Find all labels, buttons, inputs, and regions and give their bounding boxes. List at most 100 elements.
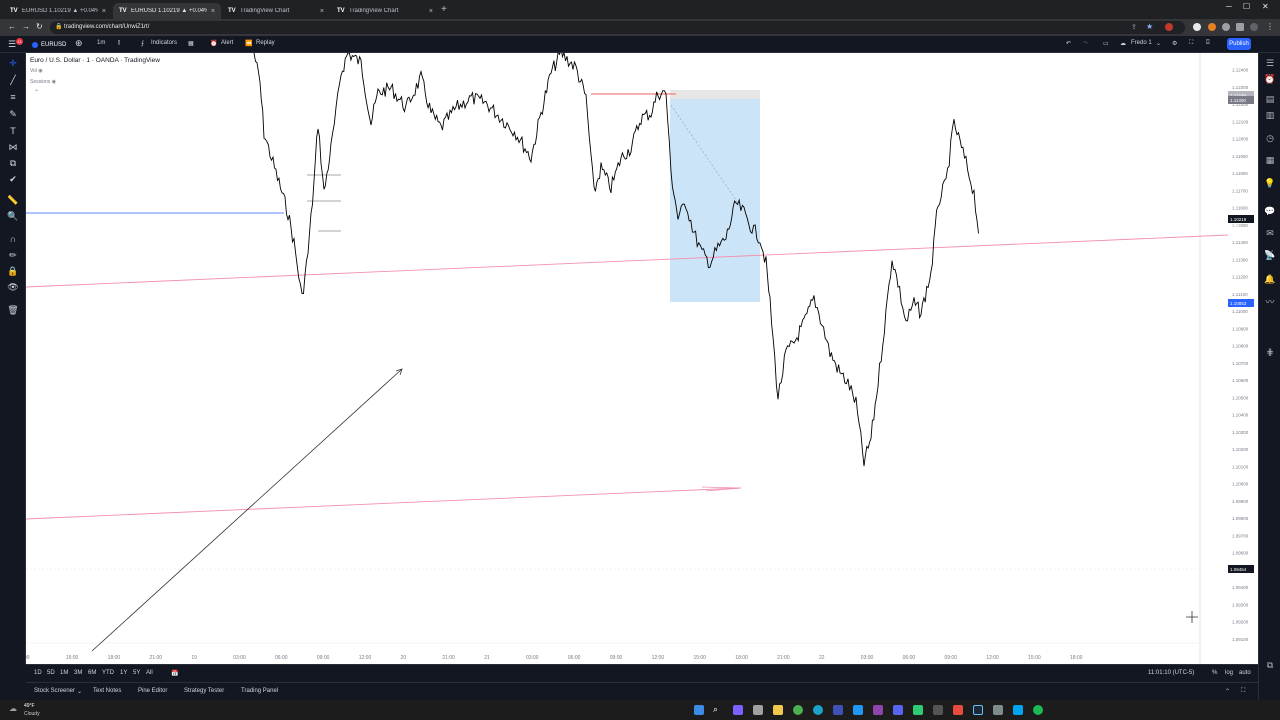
range-1y-button[interactable]: 1Y [120,670,127,676]
teams-chat-icon[interactable] [733,705,743,715]
edge-icon[interactable] [813,705,823,715]
trash-icon[interactable]: 🗑 [6,304,20,316]
extensions-puzzle-icon[interactable] [1222,23,1230,31]
fullscreen-icon[interactable]: ⛶ [1189,40,1193,47]
range-5y-button[interactable]: 5Y [133,670,140,676]
ruler-icon[interactable]: 📏 [6,194,20,206]
range-ytd-button[interactable]: YTD [102,670,114,676]
close-tab-icon[interactable]: × [320,8,324,15]
eye-icon[interactable]: ◉ [52,79,56,85]
symbol-search-button[interactable]: EURUSD [28,39,70,50]
pattern-icon[interactable]: ⋈ [6,141,20,153]
chevron-down-icon[interactable]: ⌄ [77,688,82,695]
app-icon[interactable] [953,705,963,715]
range-6m-button[interactable]: 6M [88,670,96,676]
app-icon[interactable] [933,705,943,715]
telegram-icon[interactable] [853,705,863,715]
chrome-icon[interactable] [793,705,803,715]
price-chart[interactable]: 1.124001.123001.122001.121001.120001.119… [26,53,1258,664]
reload-icon[interactable]: ↻ [36,22,43,31]
extension-icon[interactable] [1193,23,1201,31]
go-to-date-icon[interactable]: 📅 [171,670,178,677]
search-icon[interactable]: ⌕ [713,704,723,714]
percent-scale-toggle[interactable]: % [1212,670,1217,676]
crosshair-cursor-icon[interactable]: ✛ [6,57,20,69]
horizontal-lines-icon[interactable]: ≡ [6,91,20,103]
weather-temperature[interactable]: 49°F [24,703,35,709]
prediction-icon[interactable]: ⧉ [6,157,20,169]
collapse-panel-icon[interactable]: ⌃ [1225,688,1230,695]
data-window-icon[interactable]: ▤ [1264,93,1276,105]
dom-icon[interactable]: ⋕ [1264,346,1276,358]
tab-pine-editor[interactable]: Pine Editor [138,688,167,694]
profile-avatar[interactable] [1250,23,1258,31]
layout-name-button[interactable]: Fredo 1 [1131,40,1152,46]
app-icon[interactable] [873,705,883,715]
windows-start-icon[interactable] [694,705,704,715]
undo-icon[interactable]: ↶ [1066,40,1071,47]
alerts-clock-icon[interactable]: ⏰ [1264,73,1276,85]
collapse-legend-icon[interactable]: ⌃ [34,89,39,96]
settings-gear-icon[interactable]: ⚙ [1172,40,1177,47]
layout-select-icon[interactable]: ▭ [1103,40,1109,47]
chevron-down-icon[interactable]: ⌄ [1156,40,1161,47]
timezone-clock[interactable]: 11:01:10 (UTC-5) [1148,670,1194,676]
eye-icon[interactable]: ◉ [38,68,42,74]
browser-tab[interactable]: TV TradingView Chart × [222,3,330,19]
redo-icon[interactable]: ↷ [1083,40,1088,47]
extension-icon[interactable] [1165,23,1173,31]
chart-pane[interactable]: 1.12400 1.12300 1.12200 1.12100 1.12000 1.119… [26,53,1258,664]
zoom-in-icon[interactable]: 🔍 [6,210,20,222]
text-tool-icon[interactable]: T [6,125,20,137]
file-explorer-icon[interactable] [773,705,783,715]
discord-icon[interactable] [893,705,903,715]
tab-text-notes[interactable]: Text Notes [93,688,121,694]
share-icon[interactable]: ⇪ [1131,23,1137,31]
interval-button[interactable]: 1m [97,40,105,46]
watchlist-icon[interactable]: ☰ [1264,57,1276,69]
lock-drawings-icon[interactable]: 🔒 [6,265,20,277]
trend-line-icon[interactable]: ╱ [6,74,20,86]
extension-icon[interactable] [1208,23,1216,31]
hide-drawings-eye-icon[interactable]: 👁 [6,281,20,293]
chart-type-candles-icon[interactable]: ⫾ [118,40,120,47]
forward-icon[interactable]: → [22,22,30,31]
ideas-bulb-icon[interactable]: 💡 [1264,177,1276,189]
url-input[interactable]: 🔒 tradingview.com/chart/UnwiZ1rt/ ⇪ ★ [50,21,1185,34]
alert-button[interactable]: Alert [221,40,233,46]
replay-icon[interactable]: ⏪ [245,40,252,47]
alert-icon[interactable]: ⏰ [210,40,217,47]
close-window-icon[interactable]: ✕ [1262,2,1269,11]
bookmark-star-icon[interactable]: ★ [1146,22,1153,31]
close-tab-icon[interactable]: × [429,8,433,15]
notifications-icon[interactable]: 🔔 [1264,273,1276,285]
order-panel-icon[interactable]: 〰 [1264,296,1276,308]
templates-grid-icon[interactable]: ▦ [188,40,194,47]
browser-tab[interactable]: TV EURUSD 1.10219 ▲ +0.04% Fre... × [4,3,112,19]
sidepanel-icon[interactable] [1236,23,1244,31]
tab-strategy-tester[interactable]: Strategy Tester [184,688,224,694]
streams-icon[interactable]: 📡 [1264,249,1276,261]
steam-icon[interactable] [973,705,983,715]
range-3m-button[interactable]: 3M [74,670,82,676]
indicators-button[interactable]: Indicators [151,40,177,46]
tab-stock-screener[interactable]: Stock Screener [34,688,75,694]
close-tab-icon[interactable]: × [211,8,215,15]
compare-add-icon[interactable]: ⊕ [75,38,83,49]
snapshot-camera-icon[interactable]: ⌼ [1206,40,1210,47]
range-1m-button[interactable]: 1M [60,670,68,676]
indicators-icon[interactable]: ⨍ [141,40,144,47]
app-icon[interactable] [1013,705,1023,715]
messages-icon[interactable]: ✉ [1264,227,1276,239]
hotlists-icon[interactable]: ◷ [1264,132,1276,144]
browser-tab-active[interactable]: TV EURUSD 1.10219 ▲ +0.04% Fre... × [113,3,221,19]
log-scale-toggle[interactable]: log [1225,670,1233,676]
minimize-icon[interactable]: ─ [1226,2,1232,11]
close-tab-icon[interactable]: × [102,8,106,15]
settings-icon[interactable] [993,705,1003,715]
calendar-icon[interactable]: ▦ [1264,154,1276,166]
stay-in-drawing-mode-icon[interactable]: ✏ [6,249,20,261]
browser-tab[interactable]: TV TradingView Chart × [331,3,439,19]
publish-button[interactable]: Publish [1227,38,1251,50]
back-icon[interactable]: ← [8,22,16,31]
